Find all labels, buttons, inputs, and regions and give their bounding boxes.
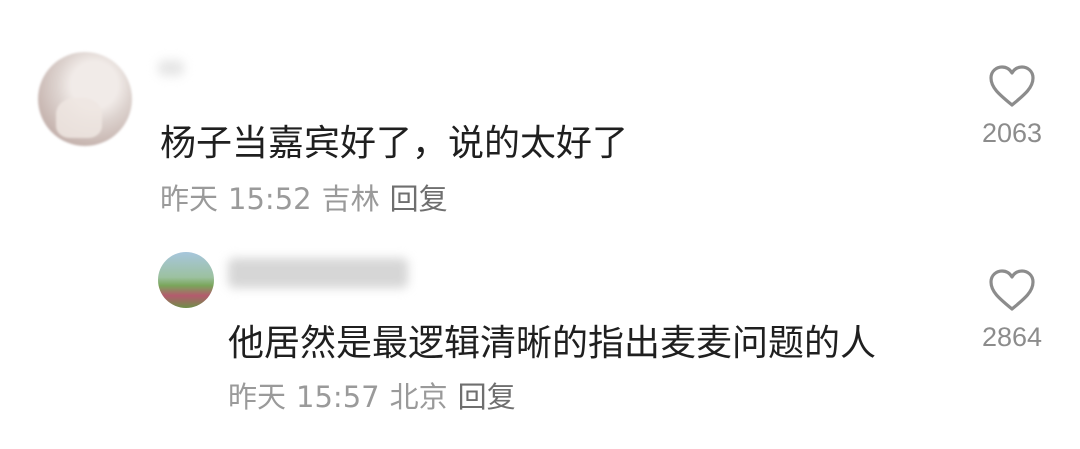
comment-date: 昨天: [228, 380, 287, 414]
reply-button[interactable]: 回复: [390, 182, 448, 216]
username-blurred[interactable]: [158, 60, 184, 76]
comment-text: 杨子当嘉宾好了，说的太好了: [160, 123, 629, 164]
like-count: 2063: [981, 118, 1043, 148]
heart-outline-icon: [989, 65, 1035, 107]
reply-button[interactable]: 回复: [458, 380, 516, 414]
username-blurred[interactable]: [228, 258, 408, 288]
like-button[interactable]: 2063: [962, 64, 1062, 149]
comment-location: 吉林: [321, 182, 380, 216]
comment-meta: 昨天 15:57 北京 回复: [228, 374, 526, 416]
comment-location: 北京: [389, 380, 448, 414]
comment-meta: 昨天 15:52 吉林 回复: [160, 176, 458, 218]
like-button[interactable]: 2864: [962, 268, 1062, 353]
comment-time: 15:52: [228, 182, 312, 216]
avatar[interactable]: [158, 252, 214, 308]
heart-outline-icon: [989, 269, 1035, 311]
avatar[interactable]: [38, 52, 132, 146]
comment-date: 昨天: [160, 182, 219, 216]
comment-text: 他居然是最逻辑清晰的指出麦麦问题的人: [228, 323, 877, 364]
comment-time: 15:57: [296, 380, 380, 414]
like-count: 2864: [981, 322, 1043, 352]
